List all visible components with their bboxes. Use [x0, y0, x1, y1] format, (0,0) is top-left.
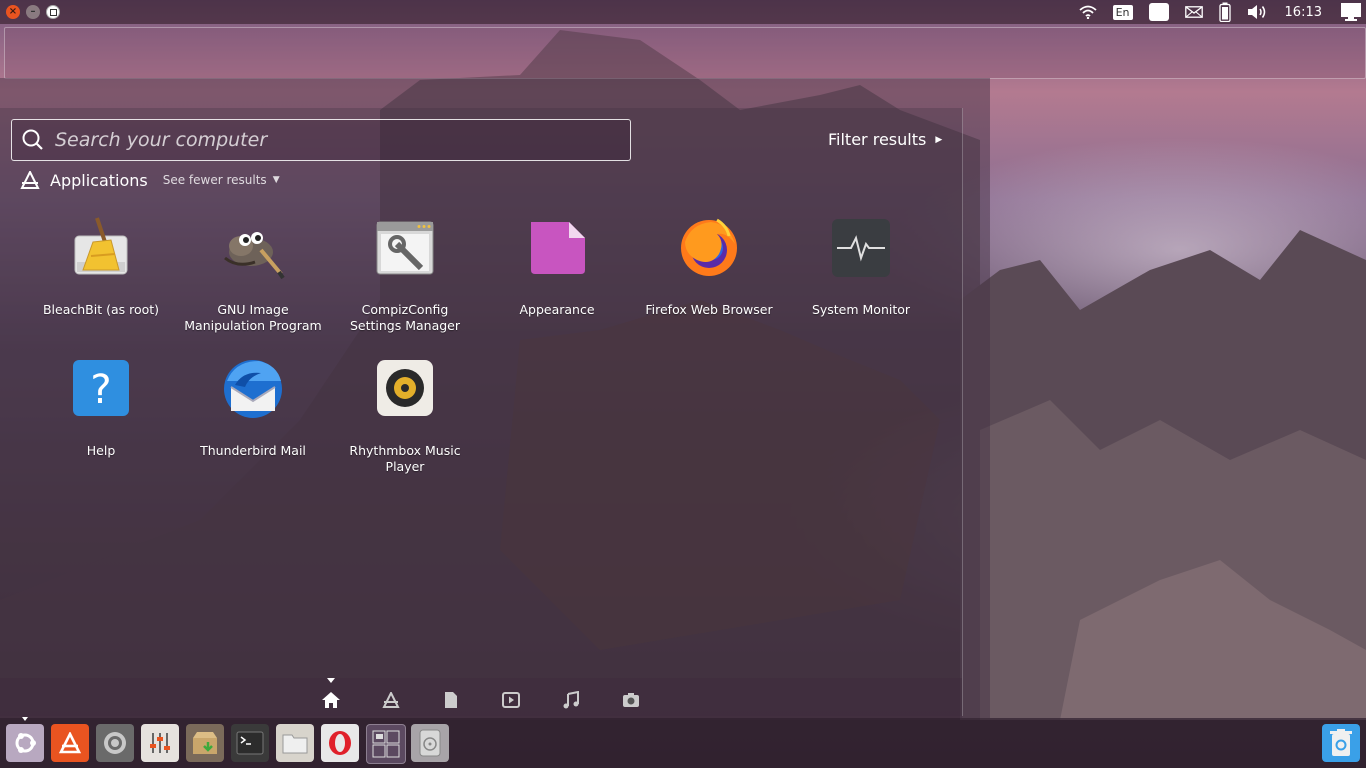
session-menu-icon[interactable]	[1340, 2, 1362, 22]
app-tile-compizconfig[interactable]: CompizConfig Settings Manager	[329, 216, 481, 334]
app-label: Firefox Web Browser	[645, 302, 773, 317]
battery-icon[interactable]	[1218, 2, 1231, 22]
workspace-switcher-icon[interactable]	[366, 724, 406, 764]
app-tile-help[interactable]: ? Help	[25, 357, 177, 459]
clock[interactable]: 16:13	[1285, 5, 1322, 20]
help-icon: ?	[69, 357, 133, 421]
caret-down-icon: ▼	[272, 175, 280, 185]
app-label: GNU Image Manipulation Program	[184, 302, 322, 333]
search-box[interactable]	[11, 119, 631, 161]
files-icon[interactable]	[276, 724, 314, 762]
photos-lens-icon[interactable]	[619, 688, 643, 712]
app-label: Help	[86, 443, 116, 458]
app-label: CompizConfig Settings Manager	[349, 302, 461, 333]
rhythmbox-icon	[373, 357, 437, 421]
thunderbird-icon	[221, 357, 285, 421]
active-lens-indicator	[327, 678, 335, 683]
chevron-right-icon: ▶	[935, 134, 943, 145]
archive-manager-icon[interactable]	[186, 724, 224, 762]
mail-icon[interactable]	[1184, 6, 1203, 18]
wifi-icon[interactable]	[1079, 5, 1097, 19]
system-monitor-icon	[829, 216, 893, 280]
app-tile-gimp[interactable]: GNU Image Manipulation Program	[177, 216, 329, 334]
lens-bar	[0, 678, 962, 718]
app-label: BleachBit (as root)	[42, 302, 160, 317]
close-window-button[interactable]: ×	[6, 5, 20, 19]
launcher-active-pip	[22, 717, 28, 721]
compizconfig-icon	[373, 216, 437, 280]
search-input[interactable]	[53, 128, 617, 152]
top-panel: × – En 16:13	[0, 0, 1366, 24]
bleachbit-icon	[69, 216, 133, 280]
minimize-window-button[interactable]: –	[26, 5, 40, 19]
home-lens-icon[interactable]	[319, 688, 343, 712]
applications-category-header: Applications See fewer results ▼	[20, 168, 280, 192]
video-lens-icon[interactable]	[499, 688, 523, 712]
see-fewer-results-link[interactable]: See fewer results ▼	[163, 173, 280, 187]
app-label: System Monitor	[811, 302, 911, 317]
volume-icon[interactable]	[1247, 4, 1267, 20]
app-tile-system-monitor[interactable]: System Monitor	[785, 216, 937, 318]
music-lens-icon[interactable]	[559, 688, 583, 712]
svg-text:?: ?	[90, 367, 111, 413]
applications-lens-icon[interactable]	[379, 688, 403, 712]
ubuntu-dash-icon[interactable]	[6, 724, 44, 762]
dash-header-strip	[4, 27, 1366, 79]
filter-results-label: Filter results	[828, 130, 927, 149]
app-tile-rhythmbox[interactable]: Rhythmbox Music Player	[329, 357, 481, 475]
indicator-area: En 16:13	[1071, 0, 1366, 24]
maximize-window-button[interactable]	[46, 5, 60, 19]
opera-icon[interactable]	[321, 724, 359, 762]
tweak-tool-icon[interactable]	[141, 724, 179, 762]
app-tile-firefox[interactable]: Firefox Web Browser	[633, 216, 785, 318]
notification-icon[interactable]	[1148, 3, 1169, 21]
search-icon	[22, 129, 43, 150]
app-tile-appearance[interactable]: Appearance	[481, 216, 633, 318]
app-label: Appearance	[519, 302, 595, 317]
keyboard-language-indicator[interactable]: En	[1112, 4, 1133, 20]
app-label: Rhythmbox Music Player	[349, 443, 461, 474]
appearance-icon	[525, 216, 589, 280]
see-fewer-results-label: See fewer results	[162, 173, 267, 187]
applications-category-icon	[20, 171, 40, 189]
firefox-icon	[677, 216, 741, 280]
system-settings-icon[interactable]	[96, 724, 134, 762]
files-lens-icon[interactable]	[439, 688, 463, 712]
applications-category-title: Applications	[50, 170, 148, 190]
app-label: Thunderbird Mail	[200, 443, 306, 458]
terminal-icon[interactable]	[231, 724, 269, 762]
trash-icon[interactable]	[1322, 724, 1360, 762]
app-tile-bleachbit[interactable]: BleachBit (as root)	[25, 216, 177, 318]
app-tile-thunderbird[interactable]: Thunderbird Mail	[177, 357, 329, 459]
filter-results-button[interactable]: Filter results ▶	[828, 130, 942, 149]
software-center-icon[interactable]	[51, 724, 89, 762]
disk-icon[interactable]	[411, 724, 449, 762]
gimp-icon	[221, 216, 285, 280]
